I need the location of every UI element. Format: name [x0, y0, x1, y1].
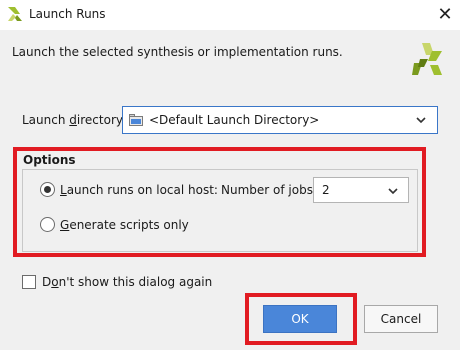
title-bar: Launch Runs ✕	[0, 0, 460, 30]
dont-show-label[interactable]: Don't show this dialog again	[42, 275, 212, 289]
options-title: Options	[23, 153, 76, 167]
jobs-value: 2	[322, 183, 330, 197]
launch-directory-select[interactable]: <Default Launch Directory>	[122, 106, 438, 134]
close-button[interactable]: ✕	[432, 2, 458, 26]
close-icon: ✕	[437, 3, 453, 25]
jobs-label: Number of jobs:	[221, 183, 317, 197]
chevron-down-icon	[388, 188, 398, 195]
folder-icon	[129, 114, 143, 126]
scripts-only-label[interactable]: Generate scripts only	[60, 218, 189, 232]
local-host-radio[interactable]	[40, 182, 55, 197]
jobs-select[interactable]: 2	[313, 177, 409, 203]
local-host-label[interactable]: Launch runs on local host:	[60, 183, 218, 197]
vivado-logo-icon	[412, 43, 442, 75]
vivado-logo-icon	[8, 7, 22, 21]
cancel-button[interactable]: Cancel	[364, 305, 438, 333]
dont-show-checkbox[interactable]	[22, 275, 36, 289]
launch-directory-value: <Default Launch Directory>	[149, 113, 320, 127]
scripts-only-radio[interactable]	[40, 217, 55, 232]
chevron-down-icon	[416, 117, 426, 124]
window-title: Launch Runs	[29, 7, 106, 21]
ok-button[interactable]: OK	[263, 305, 337, 333]
launch-directory-label: Launch directory:	[22, 113, 127, 127]
dialog-description: Launch the selected synthesis or impleme…	[12, 45, 343, 59]
